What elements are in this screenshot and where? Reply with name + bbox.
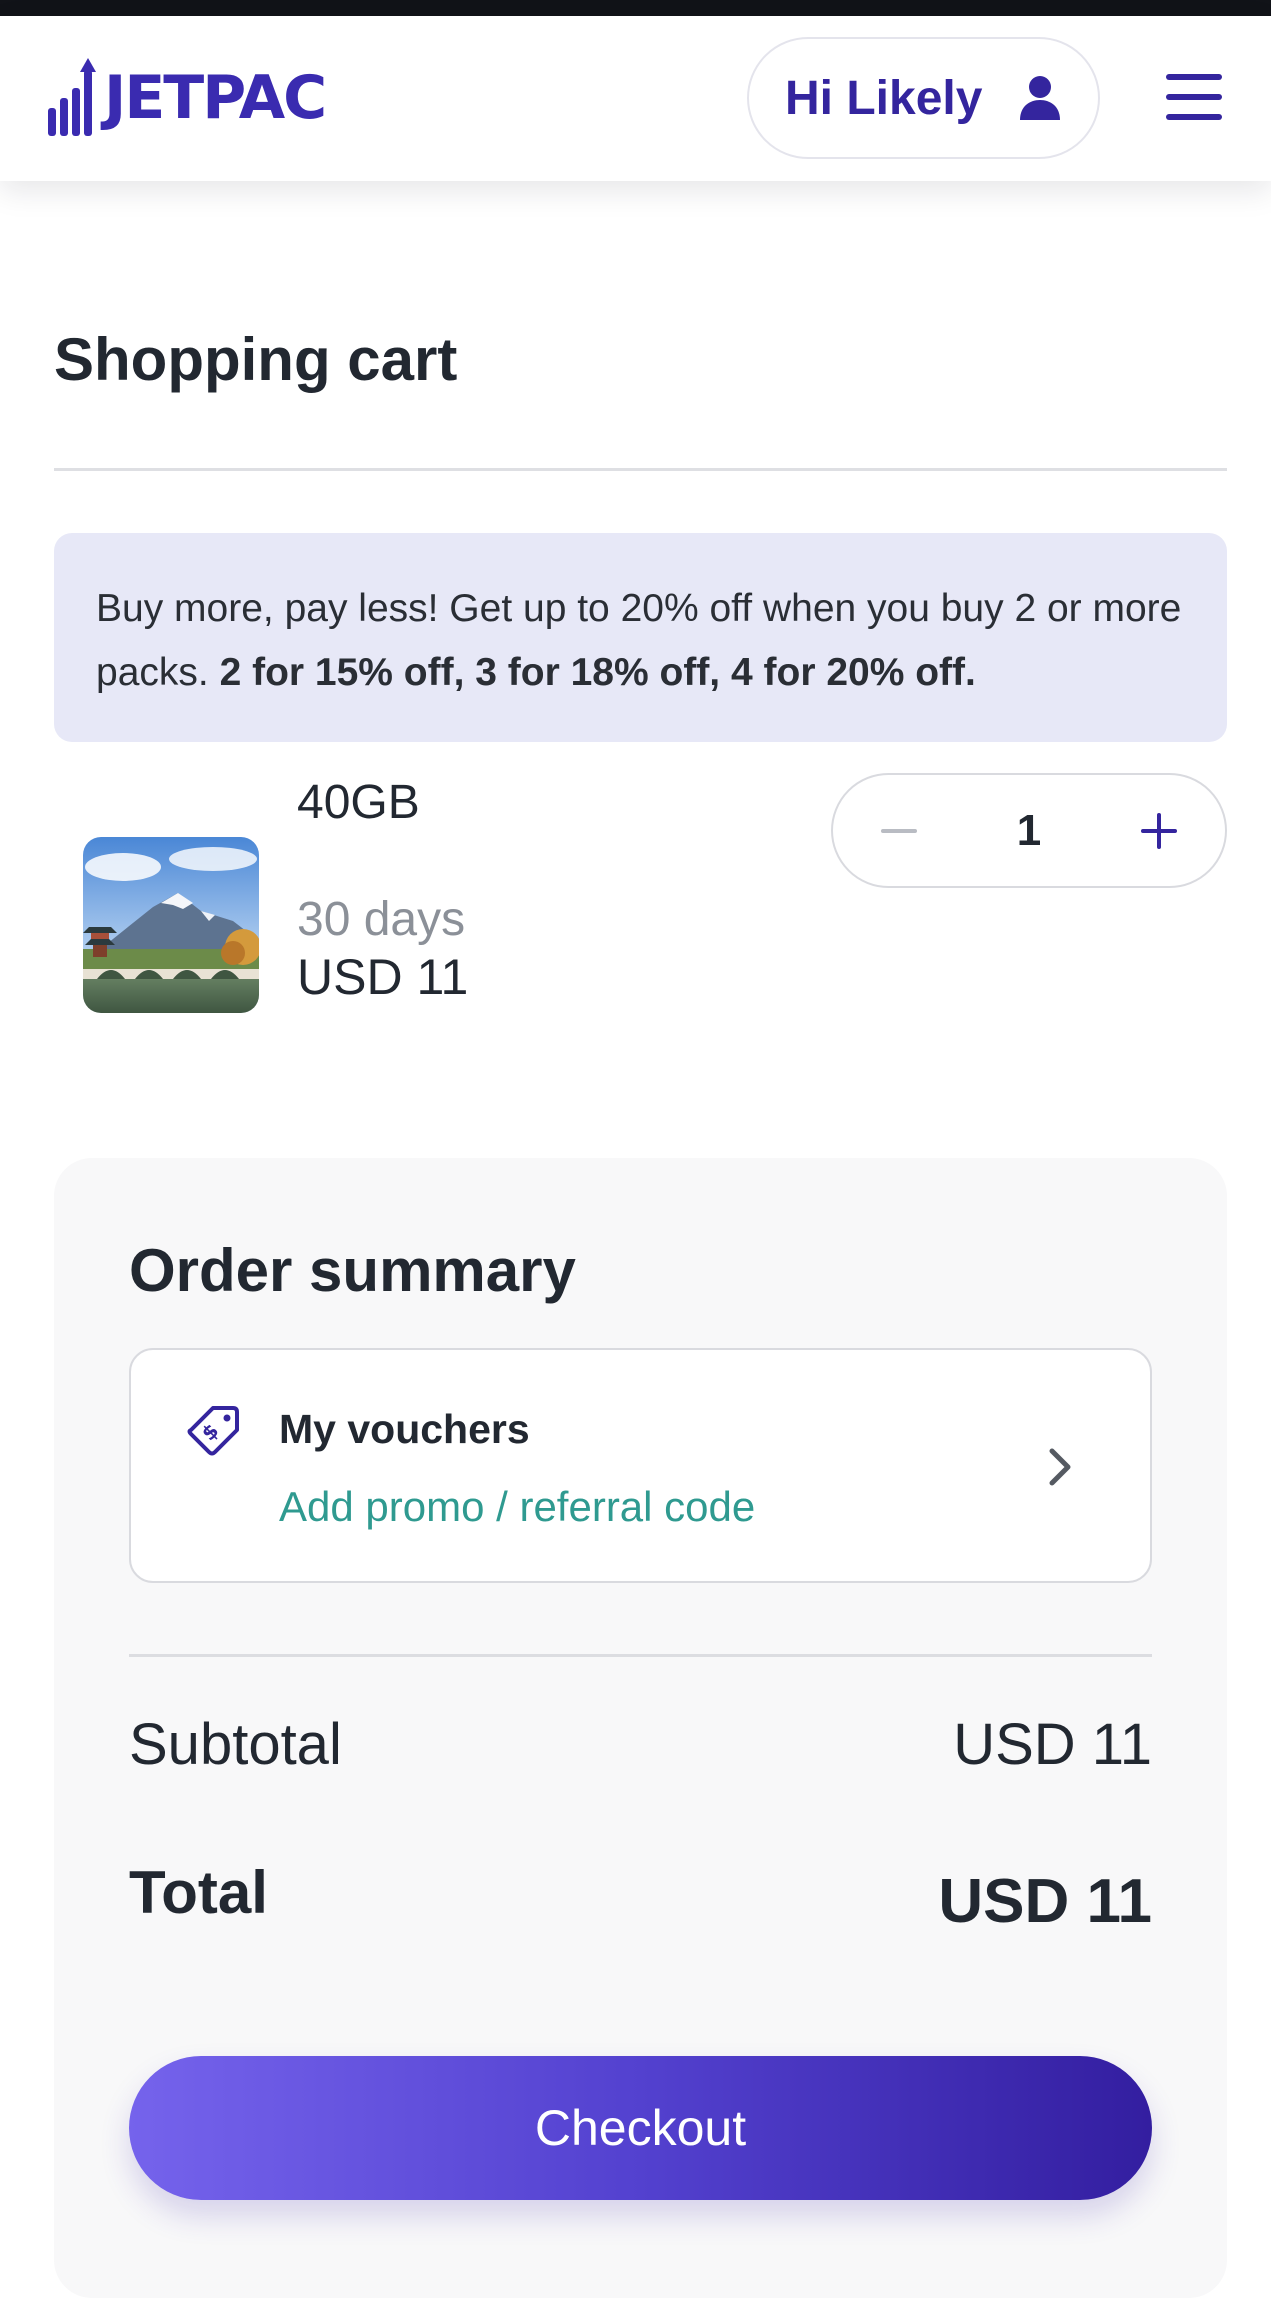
divider	[54, 468, 1227, 471]
quantity-value: 1	[1016, 805, 1042, 855]
chevron-right-icon	[1049, 1448, 1071, 1486]
plan-price: USD 11	[297, 949, 469, 1005]
total-value: USD 11	[938, 1867, 1152, 1936]
account-greeting-button[interactable]: Hi Likely	[747, 37, 1100, 159]
user-icon	[1020, 76, 1061, 120]
subtotal-value: USD 11	[953, 1712, 1152, 1777]
plan-duration: 30 days	[297, 893, 466, 946]
promo-tiers-text: 2 for 15% off, 3 for 18% off, 4 for 20% …	[219, 651, 976, 694]
menu-line	[1166, 74, 1222, 80]
increment-button[interactable]	[1093, 775, 1225, 886]
total-label: Total	[129, 1859, 268, 1926]
logo-text: JETPAC	[104, 63, 327, 133]
order-summary-panel: Order summary $ My vouchers Add promo / …	[54, 1158, 1227, 2298]
minus-icon	[881, 828, 917, 833]
menu-line	[1166, 94, 1222, 100]
order-summary-title: Order summary	[129, 1237, 576, 1304]
cart-item: 40GB 30 days USD 11 1	[54, 770, 1227, 1020]
destination-image-icon	[83, 837, 259, 1013]
decrement-button[interactable]	[833, 775, 965, 886]
checkout-button[interactable]: Checkout	[129, 2056, 1152, 2200]
vouchers-title: My vouchers	[279, 1406, 530, 1452]
divider	[129, 1654, 1152, 1657]
subtotal-label: Subtotal	[129, 1712, 342, 1777]
vouchers-card[interactable]: $ My vouchers Add promo / referral code	[129, 1348, 1152, 1583]
bulk-discount-banner: Buy more, pay less! Get up to 20% off wh…	[54, 533, 1227, 742]
add-promo-code-link[interactable]: Add promo / referral code	[279, 1483, 755, 1531]
menu-line	[1166, 114, 1222, 120]
status-bar	[0, 0, 1271, 16]
destination-thumbnail	[83, 837, 259, 1013]
voucher-tag-icon: $	[187, 1406, 239, 1456]
hamburger-menu-icon[interactable]	[1166, 74, 1226, 120]
quantity-stepper: 1	[831, 773, 1227, 888]
plan-name: 40GB	[297, 776, 420, 829]
logo-mark-icon	[48, 58, 96, 136]
greeting-label: Hi Likely	[785, 71, 983, 125]
jetpac-logo[interactable]: JETPAC	[46, 58, 327, 138]
top-header: JETPAC Hi Likely	[0, 16, 1271, 181]
plus-icon	[1141, 812, 1177, 849]
page-title: Shopping cart	[54, 326, 458, 393]
